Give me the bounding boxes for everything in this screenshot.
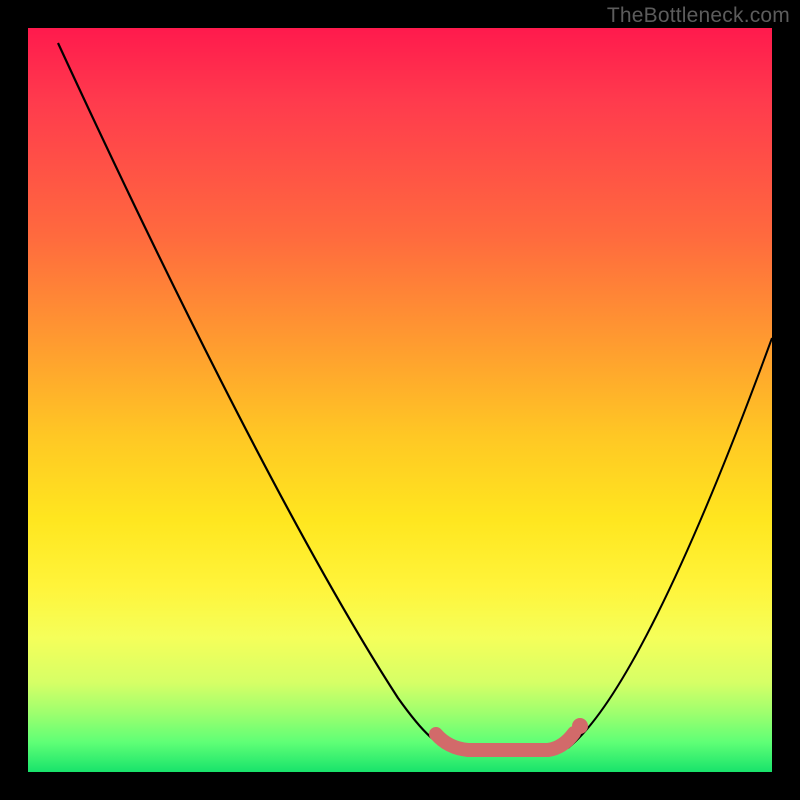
left-curve	[58, 43, 458, 750]
right-curve	[568, 338, 772, 748]
bottom-highlight	[436, 733, 574, 750]
watermark-text: TheBottleneck.com	[607, 4, 790, 28]
highlight-dot	[572, 718, 588, 734]
chart-svg	[28, 28, 772, 772]
chart-frame: TheBottleneck.com	[0, 0, 800, 800]
plot-area	[28, 28, 772, 772]
